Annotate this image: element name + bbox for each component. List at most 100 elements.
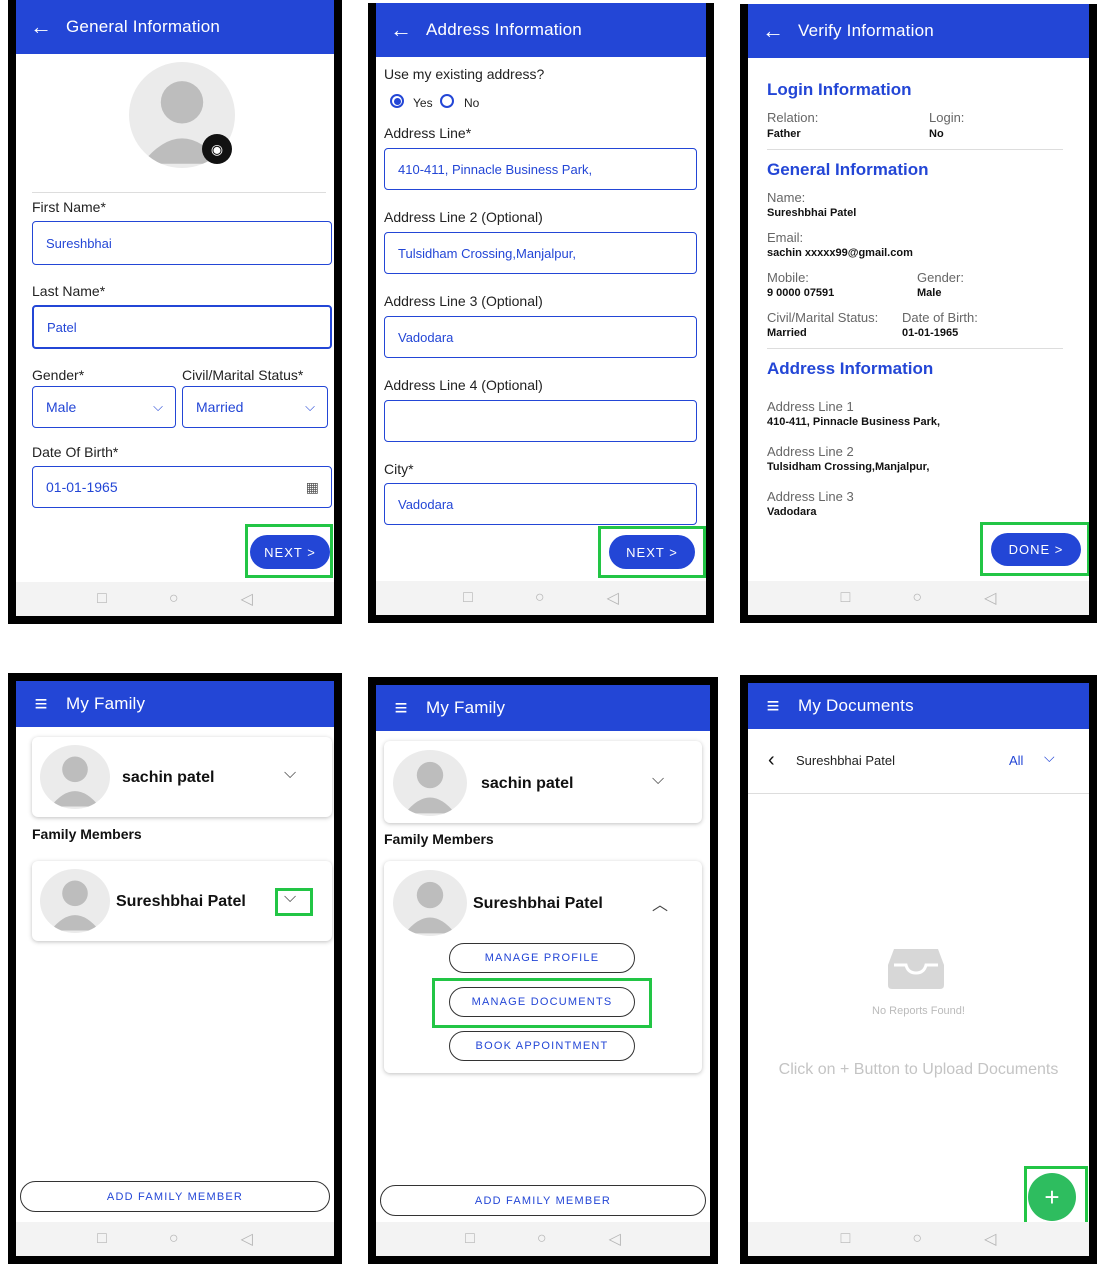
family-member-name: Sureshbhai Patel	[473, 895, 603, 912]
back-arrow-icon[interactable]: ←	[16, 14, 66, 40]
chevron-left-icon[interactable]: ‹	[768, 749, 775, 772]
recent-apps-icon[interactable]: □	[841, 1230, 851, 1248]
home-icon[interactable]: ○	[912, 1230, 922, 1248]
address-line-4-input[interactable]	[384, 400, 697, 442]
address-line-2-input[interactable]: Tulsidham Crossing,Manjalpur,	[384, 232, 697, 274]
avatar	[40, 745, 110, 809]
login-value: No	[929, 128, 944, 140]
page-title: My Family	[426, 698, 506, 717]
radio-no[interactable]	[440, 94, 454, 108]
primary-user-name: sachin patel	[122, 769, 215, 786]
back-icon[interactable]: ◁	[984, 588, 996, 608]
marital-status-select[interactable]: Married ⌵	[182, 386, 328, 428]
gender-select[interactable]: Male ⌵	[32, 386, 176, 428]
existing-address-question: Use my existing address?	[384, 66, 545, 82]
calendar-icon[interactable]: ▦	[306, 479, 319, 496]
address-line-3-value: Vadodara	[767, 506, 817, 518]
date-of-birth-input[interactable]: 01-01-1965 ▦	[32, 466, 332, 508]
recent-apps-icon[interactable]: □	[841, 589, 851, 607]
upload-hint-text: Click on + Button to Upload Documents	[778, 1061, 1059, 1078]
primary-user-card[interactable]: sachin patel ⌵	[32, 737, 332, 817]
add-family-member-button[interactable]: ADD FAMILY MEMBER	[380, 1185, 706, 1216]
selected-person[interactable]: Sureshbhai Patel	[796, 753, 895, 768]
city-input[interactable]: Vadodara	[384, 483, 697, 525]
address-line-3-input[interactable]: Vadodara	[384, 316, 697, 358]
home-icon[interactable]: ○	[169, 1230, 179, 1248]
phone-address-information: ← Address Information Use my existing ad…	[368, 3, 714, 623]
book-appointment-button[interactable]: BOOK APPOINTMENT	[449, 1031, 635, 1061]
first-name-label: First Name*	[32, 199, 106, 215]
page-title: General Information	[66, 17, 221, 36]
marital-status-value: Married	[196, 399, 244, 415]
radio-yes[interactable]	[390, 94, 404, 108]
hamburger-menu-icon[interactable]: ≡	[16, 691, 66, 717]
camera-icon[interactable]: ◉	[202, 134, 232, 164]
screen-my-family-expanded: ≡ My Family sachin patel ⌵ Family Member…	[376, 685, 710, 1256]
last-name-input[interactable]: Patel	[32, 305, 332, 349]
back-arrow-icon[interactable]: ←	[376, 17, 426, 43]
manage-profile-button[interactable]: MANAGE PROFILE	[449, 943, 635, 973]
address-line-1-label: Address Line*	[384, 125, 472, 141]
document-filter-bar: ‹ Sureshbhai Patel All ⌵	[748, 729, 1089, 794]
back-icon[interactable]: ◁	[241, 1229, 253, 1249]
primary-user-card[interactable]: sachin patel ⌵	[384, 741, 702, 823]
hamburger-menu-icon[interactable]: ≡	[748, 693, 798, 719]
email-label: Email:	[767, 230, 804, 245]
avatar	[393, 870, 467, 936]
empty-inbox-icon	[888, 945, 944, 989]
family-members-heading: Family Members	[384, 831, 494, 847]
page-title: My Family	[66, 694, 146, 713]
recent-apps-icon[interactable]: □	[97, 1230, 107, 1248]
highlight-next-button	[598, 526, 706, 578]
radio-yes-dot	[393, 97, 401, 105]
chevron-down-icon[interactable]: ⌵	[652, 771, 664, 789]
avatar	[40, 869, 110, 933]
recent-apps-icon[interactable]: □	[463, 589, 473, 607]
phone-verify-information: ← Verify Information Login Information R…	[740, 4, 1097, 623]
chevron-down-icon[interactable]: ⌵	[284, 765, 296, 783]
primary-user-name: sachin patel	[481, 775, 574, 792]
recent-apps-icon[interactable]: □	[465, 1230, 475, 1248]
highlight-add-fab	[1024, 1166, 1088, 1226]
home-icon[interactable]: ○	[912, 589, 922, 607]
highlight-next-button	[245, 524, 333, 578]
marital-status-label: Civil/Marital Status*	[182, 367, 304, 383]
city-label: City*	[384, 461, 414, 477]
chevron-down-icon[interactable]: ⌵	[1044, 749, 1055, 766]
page-title: Address Information	[426, 20, 582, 39]
phone-general-information: ← General Information ◉ First Name* Sure…	[8, 0, 342, 624]
login-label: Login:	[929, 110, 965, 125]
back-arrow-icon[interactable]: ←	[748, 18, 798, 44]
address-line-1-label: Address Line 1	[767, 399, 854, 414]
android-nav-bar: □ ○ ◁	[748, 1222, 1089, 1256]
phone-my-family-expanded: ≡ My Family sachin patel ⌵ Family Member…	[368, 677, 718, 1264]
family-member-card-expanded: Sureshbhai Patel ︿ MANAGE PROFILE MANAGE…	[384, 861, 702, 1073]
recent-apps-icon[interactable]: □	[97, 590, 107, 608]
relation-label: Relation:	[767, 110, 819, 125]
screen-my-family-collapsed: ≡ My Family sachin patel ⌵ Family Member…	[16, 681, 334, 1256]
screen-verify-information: ← Verify Information Login Information R…	[748, 4, 1089, 615]
address-line-1-input[interactable]: 410-411, Pinnacle Business Park,	[384, 148, 697, 190]
screen-my-documents: ≡ My Documents ‹ Sureshbhai Patel All ⌵ …	[748, 683, 1089, 1256]
home-icon[interactable]: ○	[169, 590, 179, 608]
home-icon[interactable]: ○	[535, 589, 545, 607]
add-family-member-button[interactable]: ADD FAMILY MEMBER	[20, 1181, 330, 1212]
gender-value: Male	[917, 287, 942, 299]
home-icon[interactable]: ○	[537, 1230, 547, 1248]
highlight-done-button	[980, 522, 1089, 576]
screen-address-information: ← Address Information Use my existing ad…	[376, 3, 706, 615]
back-icon[interactable]: ◁	[241, 589, 253, 609]
back-icon[interactable]: ◁	[609, 1229, 621, 1249]
highlight-expand-chevron	[275, 888, 313, 916]
divider	[32, 192, 326, 193]
android-nav-bar: □ ○ ◁	[376, 1222, 710, 1256]
mobile-value: 9 0000 07591	[767, 287, 835, 299]
back-icon[interactable]: ◁	[984, 1229, 996, 1249]
chevron-up-icon[interactable]: ︿	[652, 891, 668, 915]
filter-value[interactable]: All	[1009, 753, 1023, 768]
gender-label: Gender:	[917, 270, 964, 285]
first-name-input[interactable]: Sureshbhai	[32, 221, 332, 265]
date-of-birth-label: Date Of Birth*	[32, 444, 119, 460]
hamburger-menu-icon[interactable]: ≡	[376, 695, 426, 721]
back-icon[interactable]: ◁	[607, 588, 619, 608]
